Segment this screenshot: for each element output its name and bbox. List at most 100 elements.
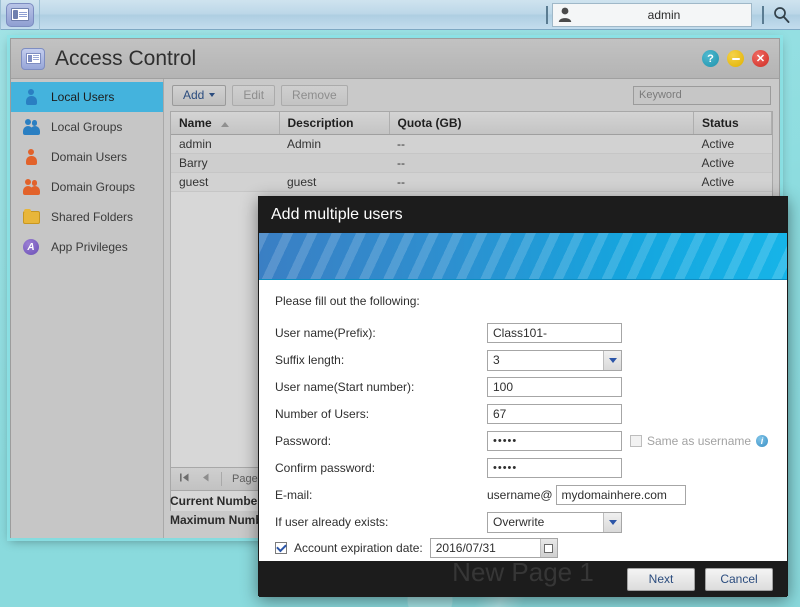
search-input[interactable] <box>633 85 771 105</box>
table-row[interactable]: admin Admin -- Active <box>171 134 772 154</box>
chevron-down-icon <box>603 350 621 370</box>
table-row[interactable]: guest guest -- Active <box>171 172 772 192</box>
password-field[interactable] <box>487 431 622 451</box>
id-card-icon[interactable] <box>6 2 34 27</box>
page-label: Page <box>232 473 258 485</box>
cancel-button-label: Cancel <box>720 572 758 586</box>
id-card-glyph <box>25 53 41 64</box>
info-icon[interactable]: i <box>756 435 769 447</box>
previous-page-icon[interactable] <box>200 472 211 486</box>
sidebar-item-label: Domain Users <box>51 150 128 164</box>
field-row-email: E-mail: username@ <box>275 482 771 508</box>
user-name-label: admin <box>647 7 681 22</box>
add-button-label: Add <box>183 88 205 102</box>
first-page-icon[interactable] <box>179 472 190 486</box>
user-blue-icon <box>21 87 41 107</box>
same-as-username-checkbox[interactable] <box>630 435 642 447</box>
sidebar-item-local-groups[interactable]: Local Groups <box>11 112 163 142</box>
start-number-input[interactable] <box>487 377 622 397</box>
field-row-expiration: Account expiration date: 2016/07/31 <box>275 538 771 558</box>
dialog-title: Add multiple users <box>271 206 403 223</box>
sidebar-item-app-privileges[interactable]: A App Privileges <box>11 232 163 262</box>
sidebar-item-shared-folders[interactable]: Shared Folders <box>11 202 163 232</box>
dialog-title-bar: Add multiple users <box>259 197 787 233</box>
sidebar-item-domain-groups[interactable]: Domain Groups <box>11 172 163 202</box>
counters-panel: Current Number Maximum Numb <box>170 494 263 532</box>
confirm-password-field[interactable] <box>487 458 622 478</box>
maximum-number-label: Maximum Numb <box>170 513 263 527</box>
account-expiration-date-field[interactable]: 2016/07/31 <box>429 538 558 558</box>
edit-button[interactable]: Edit <box>232 84 276 106</box>
email-domain-input[interactable] <box>555 485 686 505</box>
add-button[interactable]: Add <box>172 84 227 106</box>
taskbar-divider <box>546 5 548 24</box>
cell-description: Admin <box>279 134 389 154</box>
username-prefix-input[interactable] <box>487 323 622 343</box>
user-menu[interactable]: admin <box>552 2 752 27</box>
account-expiration-label: Account expiration date: <box>294 541 423 555</box>
dialog-body: Please fill out the following: User name… <box>259 280 787 561</box>
column-header-status-label: Status <box>702 116 739 130</box>
cancel-button[interactable]: Cancel <box>705 567 773 591</box>
cell-description <box>279 153 389 173</box>
field-row-start-number: User name(Start number): <box>275 374 771 400</box>
next-button-label: Next <box>648 572 674 586</box>
table-row[interactable]: Barry -- Active <box>171 153 772 173</box>
account-expiration-checkbox[interactable] <box>275 542 287 554</box>
users-table: Name Description Quota (GB) Status admin… <box>171 112 772 192</box>
column-header-description[interactable]: Description <box>279 112 390 135</box>
sidebar-item-label: Domain Groups <box>51 180 136 194</box>
pagination-divider <box>221 472 222 486</box>
edit-button-label: Edit <box>243 88 265 102</box>
suffix-length-select[interactable]: 3 <box>487 349 622 371</box>
minimize-button[interactable] <box>727 50 744 67</box>
keyword-search-wrapper <box>633 85 771 105</box>
folder-icon <box>21 207 41 227</box>
dialog-footer: New Page 1 Next Cancel <box>259 557 787 597</box>
field-row-if-exists: If user already exists: Overwrite <box>275 509 771 535</box>
sidebar-item-local-users[interactable]: Local Users <box>11 82 163 112</box>
field-row-number-of-users: Number of Users: <box>275 401 771 427</box>
close-button[interactable]: ✕ <box>752 50 769 67</box>
chevron-down-icon <box>209 93 216 97</box>
if-exists-select[interactable]: Overwrite <box>487 511 622 533</box>
start-number-label: User name(Start number): <box>275 380 415 394</box>
cell-name: admin <box>171 134 279 154</box>
table-body: admin Admin -- Active Barry -- Active gu… <box>171 134 772 192</box>
sidebar-item-label: App Privileges <box>51 240 128 254</box>
table-header: Name Description Quota (GB) Status <box>171 112 772 135</box>
cell-name: Barry <box>171 153 279 173</box>
field-row-suffix-length: Suffix length: 3 <box>275 347 771 373</box>
account-expiration-date-value: 2016/07/31 <box>435 541 496 555</box>
close-icon: ✕ <box>755 53 766 65</box>
add-multiple-users-dialog: Add multiple users Please fill out the f… <box>258 196 788 597</box>
dialog-banner <box>259 233 787 280</box>
calendar-icon[interactable] <box>539 539 557 557</box>
sidebar-item-label: Local Users <box>51 90 115 104</box>
number-of-users-input[interactable] <box>487 404 622 424</box>
column-header-status[interactable]: Status <box>693 112 772 135</box>
same-as-username-option[interactable]: Same as username i <box>630 434 769 448</box>
column-header-name[interactable]: Name <box>171 112 280 135</box>
suffix-length-value: 3 <box>493 353 500 367</box>
next-button[interactable]: Next <box>627 567 695 591</box>
help-button[interactable]: ? <box>702 50 719 67</box>
if-exists-value: Overwrite <box>493 515 545 529</box>
sidebar-item-domain-users[interactable]: Domain Users <box>11 142 163 172</box>
taskbar: admin <box>0 0 800 30</box>
id-card-lines <box>19 12 27 17</box>
column-header-name-label: Name <box>179 116 212 130</box>
remove-button[interactable]: Remove <box>281 84 348 106</box>
cell-quota: -- <box>389 134 694 154</box>
taskbar-divider <box>762 5 764 24</box>
window-title-bar[interactable]: Access Control ? ✕ <box>11 39 779 79</box>
email-prefix-text: username@ <box>487 488 553 502</box>
column-header-quota[interactable]: Quota (GB) <box>389 112 694 135</box>
id-card-photo <box>13 10 18 19</box>
page-title: Access Control <box>55 46 197 70</box>
number-of-users-label: Number of Users: <box>275 407 370 421</box>
help-label: ? <box>707 52 714 65</box>
taskbar-divider <box>39 0 40 30</box>
search-icon[interactable] <box>768 6 794 23</box>
field-row-username-prefix: User name(Prefix): <box>275 320 771 346</box>
